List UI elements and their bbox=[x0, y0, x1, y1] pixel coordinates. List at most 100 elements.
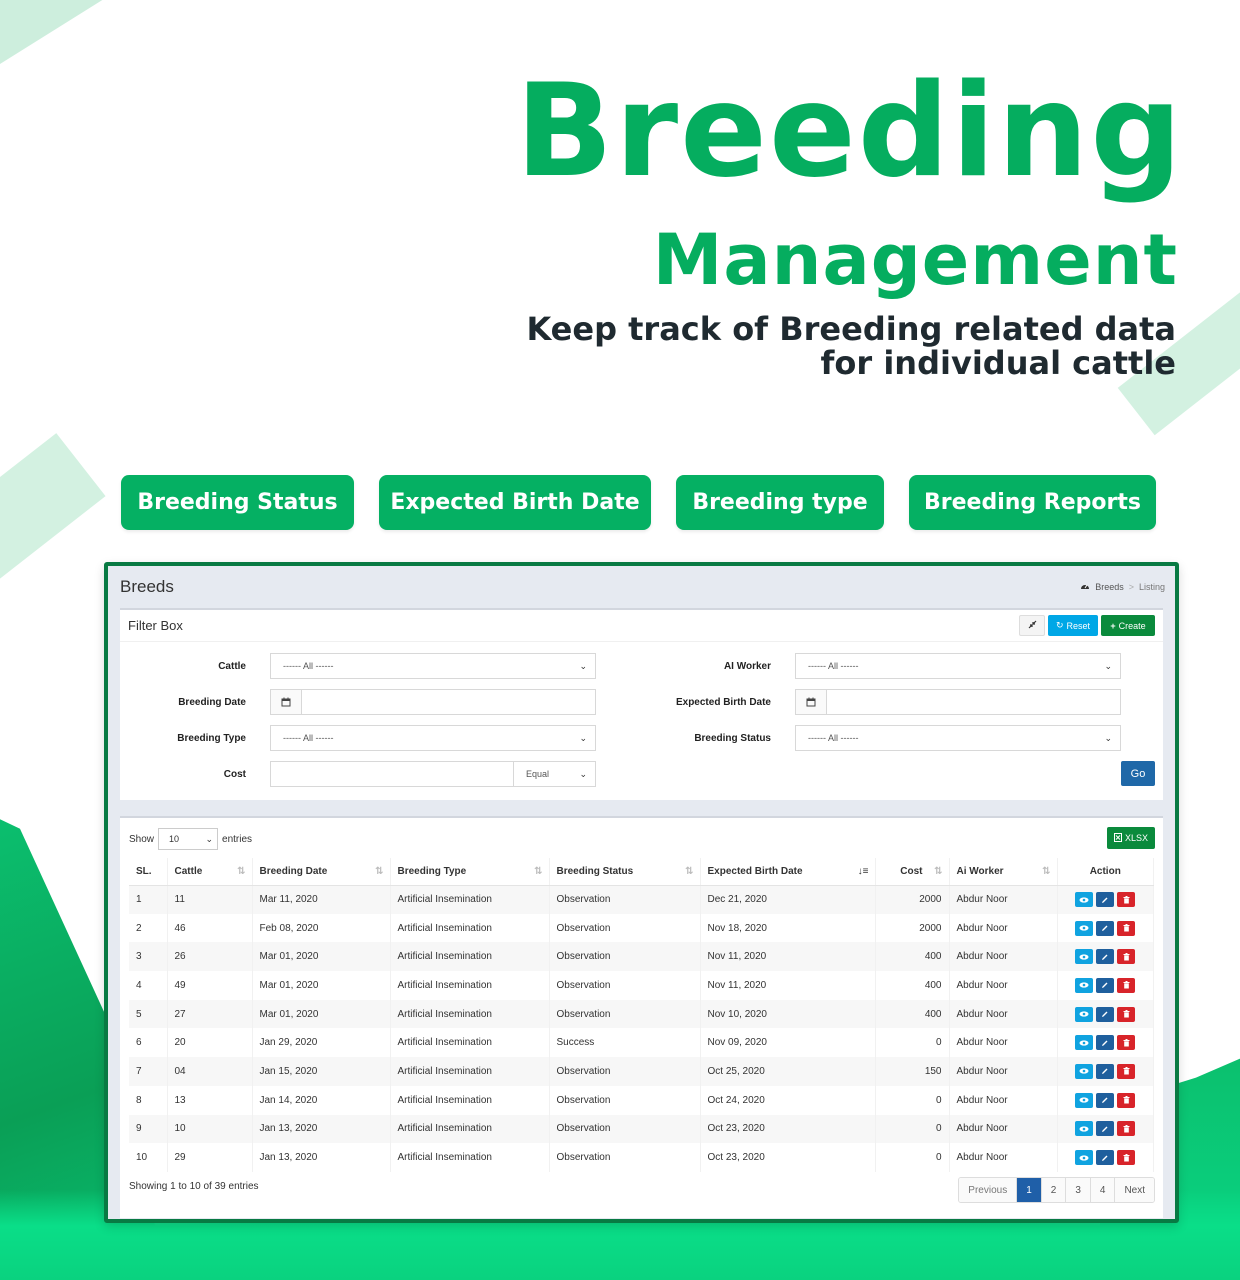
column-header-breeding-status[interactable]: Breeding Status ⇅ bbox=[549, 858, 701, 886]
cell-actions bbox=[1057, 913, 1154, 943]
cost-input[interactable] bbox=[270, 761, 514, 787]
eye-icon bbox=[1079, 954, 1089, 960]
cell-actions bbox=[1057, 942, 1154, 972]
delete-button[interactable] bbox=[1117, 1150, 1136, 1166]
expected-birth-date-label: Expected Birth Date bbox=[675, 696, 771, 708]
edit-button[interactable] bbox=[1096, 1063, 1115, 1079]
delete-button[interactable] bbox=[1117, 1006, 1136, 1022]
view-button[interactable] bbox=[1075, 1063, 1094, 1079]
trash-icon bbox=[1123, 952, 1130, 961]
edit-button[interactable] bbox=[1096, 1150, 1115, 1166]
view-button[interactable] bbox=[1075, 920, 1094, 936]
export-xlsx-button[interactable]: XLSX bbox=[1107, 827, 1155, 849]
pagination-page-3[interactable]: 3 bbox=[1066, 1178, 1091, 1202]
trash-icon bbox=[1123, 981, 1130, 989]
pagination-page-2[interactable]: 2 bbox=[1041, 1178, 1067, 1202]
delete-button[interactable] bbox=[1117, 1063, 1136, 1079]
delete-button[interactable] bbox=[1117, 892, 1136, 908]
cell-ai-worker: Abdur Noor bbox=[949, 999, 1058, 1029]
edit-button[interactable] bbox=[1096, 977, 1115, 993]
breeding-date-input[interactable] bbox=[270, 689, 596, 715]
cell-cattle: 29 bbox=[167, 1143, 253, 1172]
hero-title: Breeding bbox=[515, 57, 1184, 206]
cattle-select[interactable]: ------ All ------ ⌄ bbox=[270, 653, 596, 679]
breadcrumb-separator: > bbox=[1128, 582, 1134, 592]
delete-button[interactable] bbox=[1117, 1121, 1136, 1137]
content-header: Breeds Breeds > Listing bbox=[108, 566, 1175, 608]
edit-button[interactable] bbox=[1096, 949, 1115, 965]
edit-button[interactable] bbox=[1096, 1092, 1115, 1108]
view-button[interactable] bbox=[1075, 892, 1094, 908]
delete-button[interactable] bbox=[1117, 949, 1136, 965]
column-header-cost[interactable]: Cost ⇅ bbox=[875, 858, 950, 886]
pencil-icon bbox=[1102, 1155, 1108, 1161]
breadcrumb-breeds[interactable]: Breeds bbox=[1095, 582, 1124, 592]
view-button[interactable] bbox=[1075, 1121, 1094, 1137]
cost-label: Cost bbox=[223, 768, 246, 780]
reset-button[interactable]: ↻ Reset bbox=[1048, 615, 1098, 636]
column-header-cattle[interactable]: Cattle ⇅ bbox=[167, 858, 253, 886]
column-header-breeding-type[interactable]: Breeding Type ⇅ bbox=[390, 858, 550, 886]
delete-button[interactable] bbox=[1117, 1035, 1136, 1051]
expected-birth-date-input[interactable] bbox=[795, 689, 1121, 715]
breeding-type-select[interactable]: ------ All ------ ⌄ bbox=[270, 725, 596, 751]
pagination-page-1[interactable]: 1 bbox=[1017, 1178, 1042, 1202]
pagination-previous[interactable]: Previous bbox=[959, 1178, 1018, 1202]
column-header-sl: SL. bbox=[129, 858, 168, 886]
view-button[interactable] bbox=[1075, 1006, 1094, 1022]
pencil-icon bbox=[1102, 954, 1108, 960]
column-header-breeding-date[interactable]: Breeding Date ⇅ bbox=[252, 858, 391, 886]
table-row: 10 29 Jan 13, 2020 Artificial Insemination O… bbox=[129, 1143, 1154, 1172]
cell-cost: 0 bbox=[875, 1114, 950, 1144]
create-button[interactable]: + Create bbox=[1101, 615, 1155, 636]
sort-icon: ⇅ bbox=[534, 866, 543, 877]
view-button[interactable] bbox=[1075, 949, 1094, 965]
cell-sl: 4 bbox=[129, 971, 168, 1000]
cell-breeding-type: Artificial Insemination bbox=[390, 1143, 550, 1172]
edit-button[interactable] bbox=[1096, 892, 1115, 908]
pagination-page-4[interactable]: 4 bbox=[1090, 1178, 1116, 1202]
table-row: 4 49 Mar 01, 2020 Artificial Insemination Ob… bbox=[129, 971, 1154, 1000]
cell-ai-worker: Abdur Noor bbox=[949, 1028, 1058, 1058]
breeding-date-label: Breeding Date bbox=[178, 696, 246, 708]
cell-sl: 6 bbox=[129, 1028, 168, 1058]
ai-worker-select[interactable]: ------ All ------ ⌄ bbox=[795, 653, 1121, 679]
delete-button[interactable] bbox=[1117, 920, 1136, 936]
column-header-expected-birth-date[interactable]: Expected Birth Date ↓≡ bbox=[700, 858, 876, 886]
cell-ai-worker: Abdur Noor bbox=[949, 913, 1058, 943]
delete-button[interactable] bbox=[1117, 977, 1136, 993]
view-button[interactable] bbox=[1075, 977, 1094, 993]
create-label: Create bbox=[1118, 620, 1146, 631]
cell-cattle: 46 bbox=[167, 913, 253, 943]
go-button[interactable]: Go bbox=[1121, 761, 1155, 786]
view-button[interactable] bbox=[1075, 1150, 1094, 1166]
pagination-next[interactable]: Next bbox=[1115, 1178, 1154, 1202]
table-row: 3 26 Mar 01, 2020 Artificial Insemination Ob… bbox=[129, 942, 1154, 972]
cell-breeding-status: Observation bbox=[549, 971, 701, 1000]
collapse-button[interactable] bbox=[1019, 615, 1045, 636]
view-button[interactable] bbox=[1075, 1092, 1094, 1108]
edit-button[interactable] bbox=[1096, 1121, 1115, 1137]
cost-operator-select[interactable]: Equal ⌄ bbox=[514, 761, 596, 787]
refresh-icon: ↻ bbox=[1055, 620, 1064, 630]
show-label: Show bbox=[129, 833, 155, 845]
cell-breeding-status: Observation bbox=[549, 1085, 701, 1115]
feature-pill-breeding-status: Breeding Status bbox=[121, 475, 354, 530]
column-header-ai-worker[interactable]: Ai Worker ⇅ bbox=[949, 858, 1058, 886]
table-row: 7 04 Jan 15, 2020 Artificial Insemination Ob… bbox=[129, 1057, 1154, 1086]
edit-button[interactable] bbox=[1096, 1006, 1115, 1022]
page-length-select[interactable]: 10 ⌄ bbox=[158, 828, 219, 850]
table-row: 1 11 Mar 11, 2020 Artificial Insemination Ob… bbox=[129, 885, 1154, 914]
cell-breeding-date: Jan 29, 2020 bbox=[252, 1028, 391, 1058]
chevron-down-icon: ⌄ bbox=[205, 833, 214, 844]
edit-button[interactable] bbox=[1096, 1035, 1115, 1051]
edit-button[interactable] bbox=[1096, 920, 1115, 936]
view-button[interactable] bbox=[1075, 1035, 1094, 1051]
breeding-status-select[interactable]: ------ All ------ ⌄ bbox=[795, 725, 1121, 751]
cell-cost: 0 bbox=[875, 1028, 950, 1058]
cell-breeding-date: Jan 13, 2020 bbox=[252, 1114, 391, 1144]
calendar-icon bbox=[271, 690, 302, 714]
delete-button[interactable] bbox=[1117, 1092, 1136, 1108]
cell-cattle: 27 bbox=[167, 999, 253, 1029]
cell-sl: 7 bbox=[129, 1057, 168, 1086]
